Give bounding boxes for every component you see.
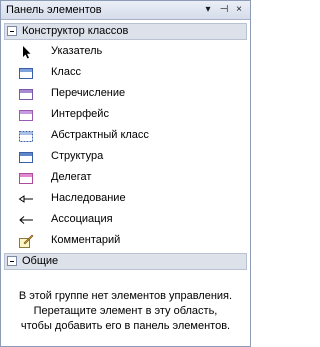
- group-label: Общие: [22, 255, 59, 267]
- toolbox-item-abstract-class[interactable]: Абстрактный класс: [4, 125, 247, 146]
- group-header-general[interactable]: Общие: [4, 253, 247, 270]
- item-label: Перечисление: [51, 87, 126, 99]
- close-icon[interactable]: ×: [233, 4, 245, 16]
- toolbox-item-inheritance[interactable]: Наследование: [4, 188, 247, 209]
- toolbox-item-class[interactable]: Класс: [4, 62, 247, 83]
- item-label: Структура: [51, 150, 104, 162]
- toolbox-item-association[interactable]: Ассоциация: [4, 209, 247, 230]
- toolbox-item-enum[interactable]: Перечисление: [4, 83, 247, 104]
- struct-icon: [19, 152, 33, 163]
- item-label: Ассоциация: [51, 213, 113, 225]
- comment-icon: [19, 234, 34, 248]
- association-arrow-icon: [19, 216, 33, 224]
- toolbox-item-pointer[interactable]: Указатель: [4, 41, 247, 62]
- group-label: Конструктор классов: [22, 25, 129, 37]
- empty-message-line: В этой группе нет элементов управления.: [18, 290, 233, 302]
- item-label: Комментарий: [51, 234, 121, 246]
- item-label: Абстрактный класс: [51, 129, 149, 141]
- enum-icon: [19, 89, 33, 100]
- collapse-icon[interactable]: [7, 256, 17, 266]
- item-label: Делегат: [51, 171, 92, 183]
- toolbox-item-struct[interactable]: Структура: [4, 146, 247, 167]
- pin-icon[interactable]: ⊣: [218, 4, 230, 16]
- dropdown-menu-icon[interactable]: ▾: [202, 4, 214, 16]
- group-header-class-designer[interactable]: Конструктор классов: [4, 23, 247, 40]
- inheritance-arrow-icon: [18, 195, 33, 203]
- toolbox-panel: Панель элементов ▾ ⊣ × Конструктор класс…: [0, 0, 251, 347]
- interface-icon: [19, 110, 33, 121]
- panel-title: Панель элементов: [6, 4, 102, 16]
- panel-titlebar[interactable]: Панель элементов ▾ ⊣ ×: [1, 1, 250, 20]
- collapse-icon[interactable]: [7, 26, 17, 36]
- empty-group-message: В этой группе нет элементов управления. …: [4, 289, 247, 334]
- item-label: Класс: [51, 66, 81, 78]
- abstract-class-icon: [19, 131, 33, 142]
- item-label: Наследование: [51, 192, 126, 204]
- class-icon: [19, 68, 33, 79]
- toolbox-item-delegate[interactable]: Делегат: [4, 167, 247, 188]
- item-label: Интерфейс: [51, 108, 109, 120]
- empty-message-line: чтобы добавить его в панель элементов.: [20, 320, 231, 332]
- toolbox-item-comment[interactable]: Комментарий: [4, 230, 247, 251]
- delegate-icon: [19, 173, 33, 184]
- toolbox-content: Конструктор классов Указатель Класс Пере…: [4, 23, 247, 343]
- empty-message-line: Перетащите элемент в эту область,: [33, 305, 218, 317]
- toolbox-item-interface[interactable]: Интерфейс: [4, 104, 247, 125]
- item-label: Указатель: [51, 45, 103, 57]
- pointer-icon: [23, 46, 31, 59]
